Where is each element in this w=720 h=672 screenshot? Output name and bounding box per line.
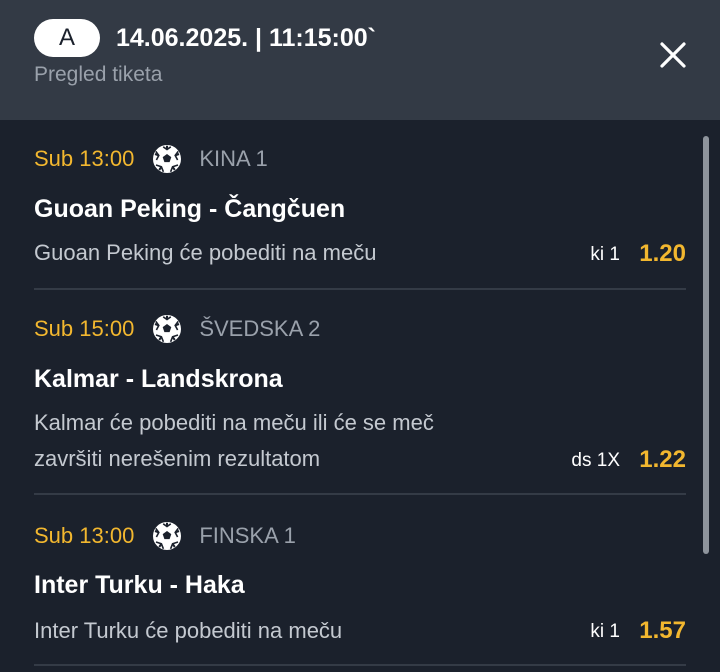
bet-list[interactable]: Sub 13:00 KINA 1 Guoan Peking - Čangčuen… [0, 120, 720, 672]
scrollbar[interactable] [703, 136, 709, 554]
match-title: Guoan Peking - Čangčuen [34, 195, 346, 223]
bet-item[interactable]: Sub 13:00 KINA 1 Guoan Peking - Čangčuen… [34, 120, 686, 290]
soccer-ball-icon [152, 521, 182, 551]
league-name: KINA 1 [199, 146, 268, 171]
pick-line: Kalmar će pobediti na meču ili će se meč [34, 410, 434, 435]
pick-description: Kalmar će pobediti na meču ili će se meč… [34, 405, 554, 477]
pick-code: ds 1X [571, 450, 620, 471]
pick-code: ki 1 [590, 244, 620, 265]
close-icon [660, 42, 686, 68]
pick-odds: 1.22 [639, 446, 686, 473]
pick-line: završiti nerešenim rezultatom [34, 446, 321, 471]
bet-item[interactable]: Sub 15:00 ŠVEDSKA 2 Kalmar - Landskrona … [34, 290, 686, 495]
pick-description: Inter Turku će pobediti na meču [34, 613, 554, 649]
pick-line: Guoan Peking će pobediti na meču [34, 240, 377, 265]
pick-line: Inter Turku će pobediti na meču [34, 618, 343, 643]
ticket-preview-screen: A 14.06.2025. | 11:15:00` Pregled tiketa… [0, 0, 720, 672]
divider [34, 664, 686, 666]
bet-meta: Sub 13:00 KINA 1 [34, 142, 268, 176]
pick-description: Guoan Peking će pobediti na meču [34, 235, 554, 271]
match-time: Sub 13:00 [34, 523, 135, 548]
page-subtitle: Pregled tiketa [34, 63, 163, 86]
league-name: FINSKA 1 [199, 523, 296, 548]
ticket-label-badge[interactable]: A [34, 19, 100, 57]
bet-meta: Sub 13:00 FINSKA 1 [34, 519, 296, 553]
header-bar: A 14.06.2025. | 11:15:00` Pregled tiketa [0, 0, 720, 120]
pick-odds: 1.20 [639, 240, 686, 267]
match-title: Inter Turku - Haka [34, 571, 245, 599]
bet-meta: Sub 15:00 ŠVEDSKA 2 [34, 312, 320, 346]
pick-odds: 1.57 [639, 617, 686, 644]
match-time: Sub 15:00 [34, 316, 135, 341]
league-name: ŠVEDSKA 2 [199, 316, 321, 341]
pick-code: ki 1 [590, 621, 620, 642]
soccer-ball-icon [152, 144, 182, 174]
soccer-ball-icon [152, 314, 182, 344]
ticket-datetime: 14.06.2025. | 11:15:00` [116, 24, 376, 52]
bet-item[interactable]: Sub 13:00 FINSKA 1 Inter Turku - Haka In… [34, 495, 686, 665]
match-time: Sub 13:00 [34, 146, 135, 171]
close-button[interactable] [656, 38, 690, 72]
match-title: Kalmar - Landskrona [34, 365, 283, 393]
